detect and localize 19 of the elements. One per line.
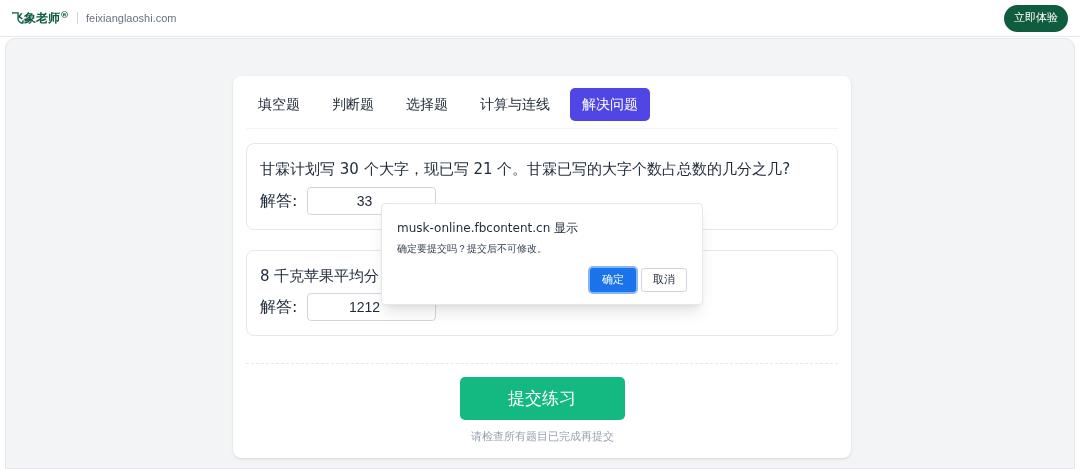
answer-field[interactable]: 1212 (307, 293, 436, 321)
answer-label: 解答: (260, 189, 299, 212)
logo: 飞象老师$^{®}$ (12, 9, 69, 27)
tab[interactable]: 解决问题 (570, 88, 650, 121)
dialog-button[interactable]: 取消 (641, 268, 687, 292)
answer-label: 解答: (260, 296, 299, 318)
question-text: 甘霖计划写 30 个大字，现已写 21 个。甘霖已写的大字个数占总数的几分之几? (260, 159, 791, 180)
dialog-message: 确定要提交吗？提交后不可修改。 (397, 242, 548, 256)
answer-field[interactable]: 33 (307, 186, 436, 215)
tab[interactable]: 选择题 (394, 88, 460, 121)
tab[interactable]: 填空题 (246, 88, 312, 121)
tab[interactable]: 计算与连线 (468, 88, 562, 121)
try-now-button[interactable]: 立即体验 (1004, 4, 1068, 32)
question-text: 8 千克苹果平均分 (260, 265, 380, 287)
dialog-button[interactable]: 确定 (590, 268, 636, 292)
dialog-title: musk-online.fbcontent.cn 显示 (397, 220, 580, 237)
hint-text: 请检查所有题目已完成再提交 (470, 429, 614, 445)
tab[interactable]: 判断题 (320, 88, 386, 121)
domain-text: feixianglaoshi.com (86, 10, 177, 26)
